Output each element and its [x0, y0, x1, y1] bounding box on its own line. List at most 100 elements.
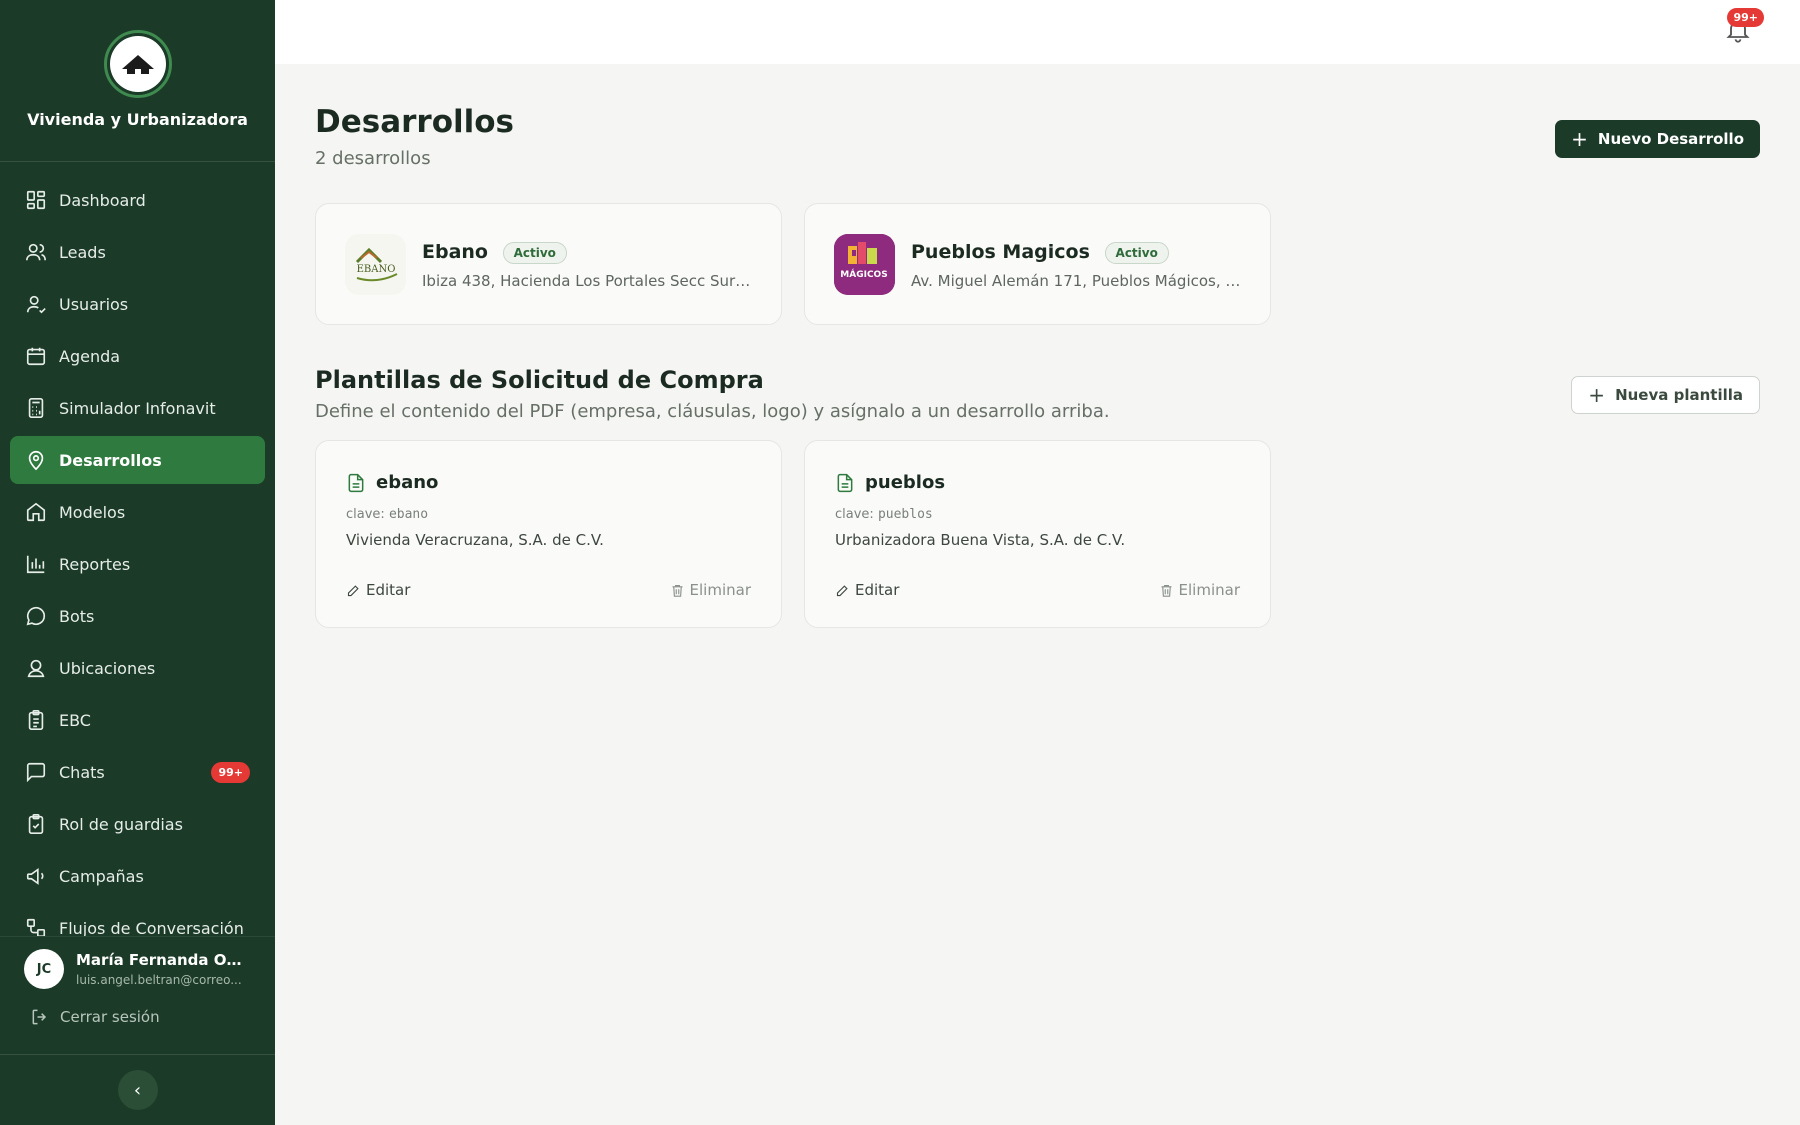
- sidebar-item-dashboard[interactable]: Dashboard: [10, 176, 265, 224]
- location-user-icon: [27, 659, 45, 678]
- chats-unread-badge: 99+: [211, 761, 250, 783]
- template-name: pueblos: [865, 472, 946, 493]
- ebano-logo-text: EBANO: [356, 264, 395, 275]
- chevron-left-icon: ‹: [133, 1079, 142, 1101]
- file-text-icon: [837, 473, 853, 492]
- sidebar-item-flujos-de-conversacion[interactable]: Flujos de Conversación: [10, 904, 265, 936]
- user-panel: JC María Fernanda Orte... luis.angel.bel…: [0, 936, 275, 1056]
- pencil-icon: [347, 584, 359, 596]
- sidebar-item-label: Ubicaciones: [59, 658, 156, 678]
- plus-icon: +: [1571, 127, 1588, 151]
- user-email: luis.angel.beltran@correo...: [76, 973, 242, 987]
- house-logo-icon: [121, 55, 154, 74]
- sidebar-item-simulador-infonavit[interactable]: Simulador Infonavit: [10, 384, 265, 432]
- pencil-icon: [836, 584, 848, 596]
- template-name: ebano: [376, 472, 439, 493]
- page-subtitle: 2 desarrollos: [315, 148, 431, 169]
- sidebar-footer: ‹: [0, 1054, 275, 1125]
- template-header: ebano: [346, 472, 438, 493]
- sidebar-item-label: Campañas: [59, 866, 144, 886]
- delete-template-button[interactable]: Eliminar: [670, 581, 751, 599]
- sidebar-item-reportes[interactable]: Reportes: [10, 540, 265, 588]
- development-name: Ebano Activo: [422, 241, 567, 264]
- new-development-button[interactable]: + Nuevo Desarrollo: [1555, 120, 1760, 158]
- development-address: Av. Miguel Alemán 171, Pueblos Mágicos, …: [911, 272, 1241, 290]
- new-template-label: Nueva plantilla: [1615, 386, 1743, 404]
- clipboard-list-icon: [28, 710, 44, 730]
- user-name: María Fernanda Orte...: [76, 951, 246, 969]
- sidebar-item-usuarios[interactable]: Usuarios: [10, 280, 265, 328]
- user-profile[interactable]: JC María Fernanda Orte... luis.angel.bel…: [0, 937, 275, 989]
- user-icon: [26, 295, 46, 314]
- sidebar-item-label: Chats: [59, 762, 105, 782]
- users-icon: [26, 243, 46, 261]
- chat-bubble-icon: [26, 606, 46, 626]
- sidebar-item-label: Leads: [59, 242, 106, 262]
- sidebar-item-label: Agenda: [59, 346, 121, 366]
- trash-icon: [672, 584, 683, 597]
- status-badge: Activo: [1104, 241, 1169, 264]
- logout-icon: [32, 1009, 47, 1025]
- sidebar-item-label: Rol de guardias: [59, 814, 183, 834]
- sidebar-item-campanas[interactable]: Campañas: [10, 852, 265, 900]
- clipboard-check-icon: [28, 814, 44, 834]
- brand-name: Vivienda y Urbanizadora: [27, 110, 248, 129]
- sidebar-item-rol-de-guardias[interactable]: Rol de guardias: [10, 800, 265, 848]
- calendar-icon: [26, 347, 46, 366]
- map-pin-icon: [28, 450, 44, 471]
- message-square-icon: [26, 762, 46, 783]
- development-address: Ibiza 438, Hacienda Los Portales Secc Su…: [422, 272, 752, 290]
- template-key: clave: pueblos: [835, 507, 933, 522]
- calculator-icon: [28, 398, 44, 418]
- delete-template-button[interactable]: Eliminar: [1159, 581, 1240, 599]
- workflow-icon: [26, 918, 46, 936]
- sidebar-item-label: Reportes: [59, 554, 131, 574]
- template-card-ebano: ebano clave: ebano Vivienda Veracruzana,…: [315, 440, 782, 628]
- brand-logo[interactable]: [103, 30, 172, 98]
- sidebar-item-ebc[interactable]: EBC: [10, 696, 265, 744]
- sidebar-item-label: Flujos de Conversación: [59, 918, 244, 937]
- sidebar-item-ubicaciones[interactable]: Ubicaciones: [10, 644, 265, 692]
- template-key: clave: ebano: [346, 507, 429, 522]
- pueblos-logo-text: MÁGICOS: [840, 268, 887, 280]
- new-template-button[interactable]: + Nueva plantilla: [1571, 376, 1760, 414]
- ebano-logo: EBANO: [345, 234, 406, 295]
- sidebar-item-label: Modelos: [59, 502, 126, 522]
- collapse-sidebar-button[interactable]: ‹: [117, 1070, 158, 1110]
- sidebar-item-label: Desarrollos: [59, 450, 162, 470]
- sidebar: Vivienda y Urbanizadora Dashboard Leads …: [0, 0, 275, 1125]
- pueblos-magicos-logo: MÁGICOS: [834, 234, 895, 295]
- templates-section-subtitle: Define el contenido del PDF (empresa, cl…: [315, 401, 1110, 422]
- edit-template-button[interactable]: Editar: [835, 581, 899, 599]
- sidebar-item-label: Usuarios: [59, 294, 129, 314]
- sidebar-item-desarrollos[interactable]: Desarrollos: [10, 436, 265, 484]
- sidebar-item-modelos[interactable]: Modelos: [10, 488, 265, 536]
- template-header: pueblos: [835, 472, 945, 493]
- notifications-badge: 99+: [1727, 8, 1764, 27]
- edit-template-button[interactable]: Editar: [346, 581, 410, 599]
- sidebar-item-leads[interactable]: Leads: [10, 228, 265, 276]
- development-card-ebano[interactable]: EBANO Ebano Activo Ibiza 438, Hacienda L…: [315, 203, 782, 325]
- topbar: 99+: [275, 0, 1800, 64]
- development-card-pueblos-magicos[interactable]: MÁGICOS Pueblos Magicos Activo Av. Migue…: [804, 203, 1271, 325]
- sidebar-item-chats[interactable]: Chats 99+: [10, 748, 265, 796]
- logout-label: Cerrar sesión: [60, 1008, 160, 1026]
- template-company: Urbanizadora Buena Vista, S.A. de C.V.: [835, 531, 1126, 549]
- sidebar-item-bots[interactable]: Bots: [10, 592, 265, 640]
- template-company: Vivienda Veracruzana, S.A. de C.V.: [346, 531, 604, 549]
- avatar: JC: [24, 949, 64, 989]
- home-icon: [26, 502, 46, 522]
- status-badge: Activo: [502, 241, 567, 264]
- plus-icon: +: [1588, 383, 1606, 407]
- page-title: Desarrollos: [315, 104, 515, 140]
- sidebar-item-label: EBC: [59, 710, 91, 730]
- template-card-pueblos: pueblos clave: pueblos Urbanizadora Buen…: [804, 440, 1271, 628]
- sidebar-item-label: Bots: [59, 606, 95, 626]
- sidebar-item-agenda[interactable]: Agenda: [10, 332, 265, 380]
- development-name: Pueblos Magicos Activo: [911, 241, 1169, 264]
- sidebar-item-label: Simulador Infonavit: [59, 398, 216, 418]
- templates-section-title: Plantillas de Solicitud de Compra: [315, 366, 764, 394]
- sidebar-nav: Dashboard Leads Usuarios Agenda Simulado…: [0, 176, 275, 936]
- logout-button[interactable]: Cerrar sesión: [0, 989, 275, 1027]
- megaphone-icon: [26, 867, 44, 885]
